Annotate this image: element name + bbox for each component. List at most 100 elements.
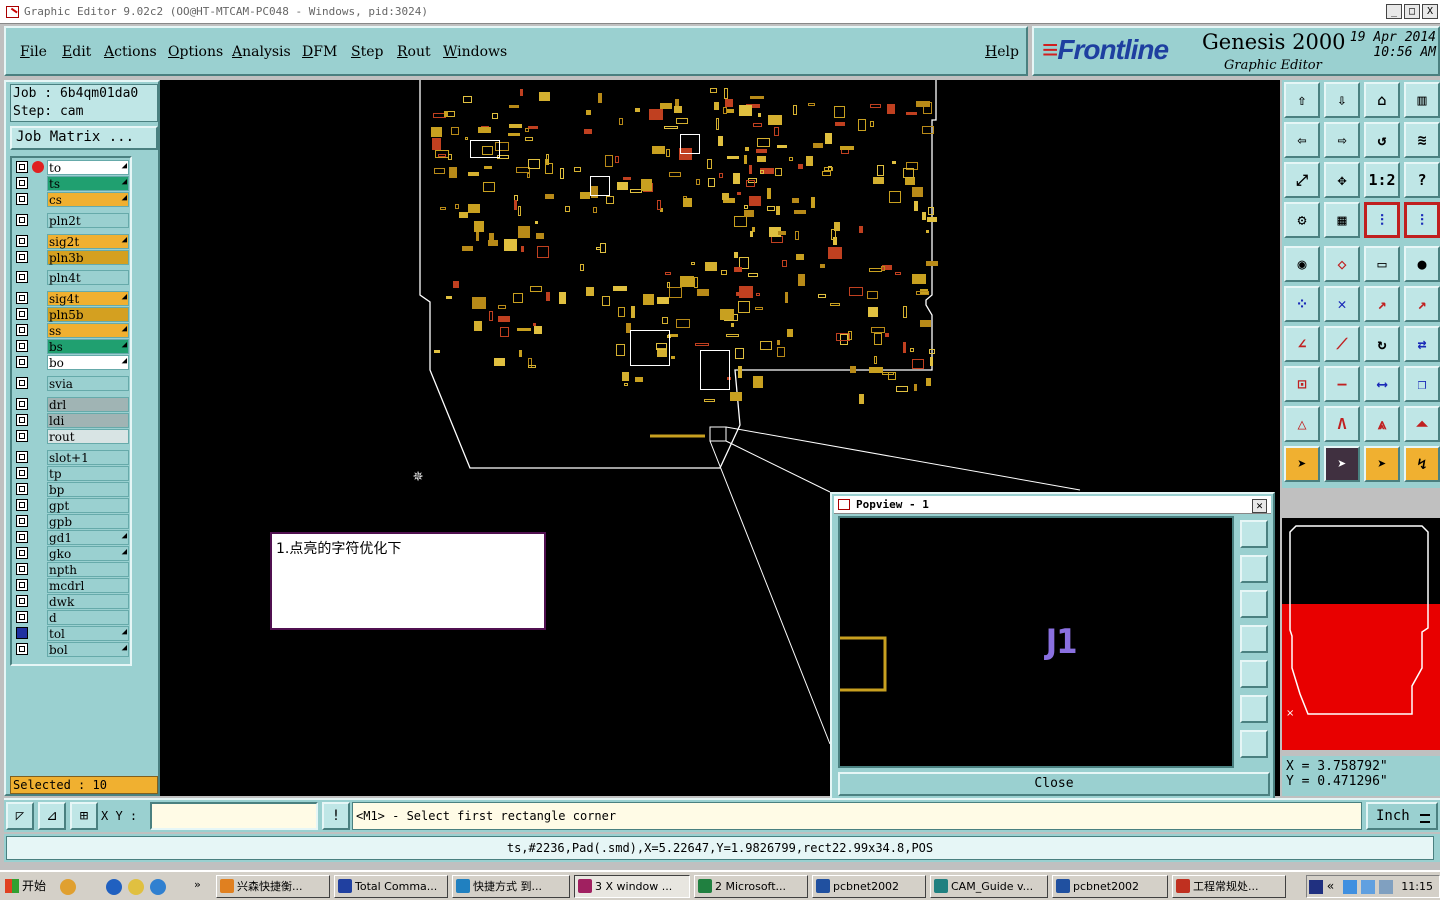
- layer-name[interactable]: slot+1: [47, 449, 129, 465]
- layer-name[interactable]: gko: [47, 545, 129, 561]
- snap-corner-icon[interactable]: ◸: [6, 802, 34, 830]
- layer-row[interactable]: cs ◢: [14, 192, 130, 207]
- layer-filter-icon[interactable]: ⫶: [1404, 202, 1440, 238]
- layer-row[interactable]: dwk: [14, 593, 130, 609]
- select-pointer-alt-icon[interactable]: ➤: [1364, 446, 1400, 482]
- layer-row[interactable]: gd1 ◢: [14, 529, 130, 545]
- layer-checkbox[interactable]: [16, 271, 28, 284]
- layer-checkbox[interactable]: [16, 626, 28, 639]
- more-icon[interactable]: »: [194, 878, 201, 891]
- grid-icon[interactable]: ▦: [1324, 202, 1360, 238]
- menu-edit[interactable]: Edit: [62, 44, 91, 60]
- layer-checkbox[interactable]: [16, 482, 28, 495]
- layer-checkbox[interactable]: [16, 642, 28, 655]
- tray-app-icon[interactable]: [1379, 880, 1393, 894]
- popview-zoom-in-icon[interactable]: [1240, 695, 1268, 723]
- start-button[interactable]: 开始: [2, 875, 50, 897]
- slash-tool-icon[interactable]: ⟋: [1324, 326, 1360, 362]
- xy-input[interactable]: [150, 802, 318, 830]
- snap-angle-icon[interactable]: ⊿: [38, 802, 66, 830]
- layer-name[interactable]: bol: [47, 641, 129, 657]
- layer-row[interactable]: sig4t ◢: [14, 291, 130, 307]
- select-box-icon[interactable]: ➤: [1324, 446, 1360, 482]
- layer-settings-icon[interactable]: ⫶: [1364, 202, 1400, 238]
- home-icon[interactable]: ⌂: [1364, 82, 1400, 118]
- rotate-icon[interactable]: ↻: [1364, 326, 1400, 362]
- layer-row[interactable]: gpb: [14, 513, 130, 529]
- popview-canvas[interactable]: J1: [838, 516, 1234, 768]
- layer-row[interactable]: d: [14, 609, 130, 625]
- layer-name[interactable]: sig4t: [47, 291, 129, 307]
- layer-row[interactable]: pln2t: [14, 212, 130, 228]
- taskbar-task[interactable]: pcbnet2002: [812, 875, 926, 898]
- browser-icon[interactable]: [150, 879, 166, 895]
- overview-minimap[interactable]: ×: [1282, 518, 1440, 750]
- snap-grid-icon[interactable]: ⊞: [70, 802, 98, 830]
- layer-row[interactable]: gko ◢: [14, 545, 130, 561]
- select-path-icon[interactable]: ↯: [1404, 446, 1440, 482]
- media-icon[interactable]: [128, 879, 144, 895]
- layer-name[interactable]: pln2t: [47, 212, 129, 228]
- layer-checkbox[interactable]: [16, 250, 28, 263]
- layer-name[interactable]: tp: [47, 465, 129, 481]
- resize-icon[interactable]: ⟷: [1364, 366, 1400, 402]
- layer-checkbox[interactable]: [16, 530, 28, 543]
- circle-icon[interactable]: ●: [1404, 246, 1440, 282]
- taskbar-task[interactable]: 工程常规处...: [1172, 875, 1286, 898]
- layer-name[interactable]: npth: [47, 561, 129, 577]
- popview-close-icon[interactable]: ✕: [1252, 499, 1267, 513]
- measure-icon[interactable]: ⚙: [1284, 202, 1320, 238]
- layer-checkbox[interactable]: [16, 213, 28, 226]
- triangle-add-icon[interactable]: ⩓: [1364, 406, 1400, 442]
- copy-icon[interactable]: ❐: [1404, 366, 1440, 402]
- move-tool-icon[interactable]: ⊡: [1284, 366, 1320, 402]
- layer-name[interactable]: bp: [47, 481, 129, 497]
- layer-checkbox[interactable]: [16, 397, 28, 410]
- pan-left-icon[interactable]: ⇦: [1284, 122, 1320, 158]
- layer-checkbox[interactable]: [16, 308, 28, 321]
- triangle-tool-icon[interactable]: △: [1284, 406, 1320, 442]
- help-query-icon[interactable]: ?: [1404, 162, 1440, 198]
- layer-checkbox[interactable]: [16, 161, 28, 173]
- layer-row[interactable]: drl: [14, 396, 130, 412]
- layer-name[interactable]: bs: [47, 339, 129, 355]
- menu-options[interactable]: Options: [168, 44, 223, 60]
- job-matrix-button[interactable]: Job Matrix ...: [10, 126, 158, 150]
- network-icon[interactable]: [1343, 880, 1357, 894]
- layer-checkbox[interactable]: [16, 377, 28, 389]
- close-window-button[interactable]: X: [1422, 4, 1438, 19]
- popview-zoom-window-icon[interactable]: [1240, 520, 1268, 548]
- layer-name[interactable]: pln4t: [47, 270, 129, 286]
- layer-name[interactable]: bo: [47, 355, 129, 371]
- zoom-one-to-one-icon[interactable]: 1:2: [1364, 162, 1400, 198]
- layer-checkbox[interactable]: [16, 514, 28, 527]
- menu-analysis[interactable]: Analysis: [232, 44, 291, 60]
- stretch-icon[interactable]: —: [1324, 366, 1360, 402]
- layer-checkbox[interactable]: [16, 234, 28, 247]
- ie-icon[interactable]: [106, 879, 122, 895]
- layer-checkbox[interactable]: [16, 610, 28, 623]
- layer-name[interactable]: d: [47, 609, 129, 625]
- layer-row[interactable]: gpt: [14, 497, 130, 513]
- zoom-out-icon[interactable]: ✥: [1324, 162, 1360, 198]
- layer-name[interactable]: ss: [47, 323, 129, 339]
- menu-windows[interactable]: Windows: [443, 44, 507, 60]
- mirror-icon[interactable]: ⇄: [1404, 326, 1440, 362]
- maximize-button[interactable]: □: [1404, 4, 1420, 19]
- quicklaunch-icon[interactable]: [60, 879, 76, 895]
- layer-name[interactable]: sig2t: [47, 233, 129, 249]
- layer-checkbox[interactable]: [16, 356, 28, 369]
- layer-name[interactable]: pln5b: [47, 307, 129, 323]
- layer-name[interactable]: svia: [47, 376, 129, 391]
- layer-name[interactable]: ts: [47, 176, 129, 191]
- layer-row[interactable]: ldi: [14, 412, 130, 428]
- layer-name[interactable]: gpb: [47, 513, 129, 529]
- layer-row[interactable]: tp: [14, 465, 130, 481]
- menu-dfm[interactable]: DFM: [302, 44, 337, 60]
- line-tool-icon[interactable]: ↗: [1364, 286, 1400, 322]
- layer-name[interactable]: dwk: [47, 593, 129, 609]
- layer-checkbox[interactable]: [16, 429, 28, 442]
- layer-checkbox[interactable]: [16, 562, 28, 575]
- triangle-select-icon[interactable]: Λ: [1324, 406, 1360, 442]
- menu-file[interactable]: File: [20, 44, 47, 60]
